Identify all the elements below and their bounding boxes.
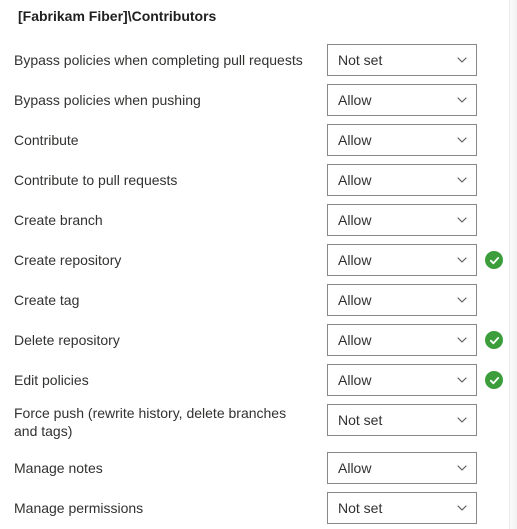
permission-label: Create branch [14,211,327,229]
permission-row: Bypass policies when completing pull req… [14,40,503,80]
dropdown-value: Not set [338,52,382,68]
permission-dropdown[interactable]: Not set [327,404,477,436]
permission-label: Bypass policies when pushing [14,91,327,109]
chevron-down-icon [456,174,468,186]
permission-label: Contribute [14,131,327,149]
permissions-list: Bypass policies when completing pull req… [14,40,503,528]
permission-label: Edit policies [14,371,327,389]
chevron-down-icon [456,254,468,266]
dropdown-value: Allow [338,292,371,308]
permission-row: Delete repository Allow [14,320,503,360]
dropdown-value: Allow [338,172,371,188]
permission-row: Create tag Allow [14,280,503,320]
permission-dropdown[interactable]: Allow [327,284,477,316]
permission-row: Manage permissions Not set [14,488,503,528]
permission-label: Manage permissions [14,499,327,517]
permission-dropdown[interactable]: Allow [327,204,477,236]
check-circle-icon [485,371,503,389]
permission-dropdown[interactable]: Not set [327,492,477,524]
permission-dropdown[interactable]: Allow [327,84,477,116]
dropdown-value: Not set [338,412,382,428]
page-title: [Fabrikam Fiber]\Contributors [18,8,503,24]
permission-label: Create repository [14,251,327,269]
permission-dropdown[interactable]: Allow [327,124,477,156]
inherited-status [477,251,503,269]
permission-row: Manage notes Allow [14,448,503,488]
permission-label: Manage notes [14,459,327,477]
permission-row: Contribute to pull requests Allow [14,160,503,200]
chevron-down-icon [456,502,468,514]
permission-row: Contribute Allow [14,120,503,160]
chevron-down-icon [456,334,468,346]
permission-label: Create tag [14,291,327,309]
permission-dropdown[interactable]: Allow [327,244,477,276]
dropdown-value: Not set [338,500,382,516]
inherited-status [477,331,503,349]
check-circle-icon [485,331,503,349]
permission-label: Force push (rewrite history, delete bran… [14,404,327,440]
check-circle-icon [485,251,503,269]
chevron-down-icon [456,54,468,66]
permissions-panel: [Fabrikam Fiber]\Contributors Bypass pol… [0,0,517,528]
chevron-down-icon [456,214,468,226]
permission-label: Contribute to pull requests [14,171,327,189]
chevron-down-icon [456,94,468,106]
permission-row: Bypass policies when pushing Allow [14,80,503,120]
permission-dropdown[interactable]: Allow [327,164,477,196]
dropdown-value: Allow [338,92,371,108]
chevron-down-icon [456,374,468,386]
permission-label: Delete repository [14,331,327,349]
chevron-down-icon [456,134,468,146]
permission-row: Force push (rewrite history, delete bran… [14,400,503,448]
dropdown-value: Allow [338,212,371,228]
permission-row: Edit policies Allow [14,360,503,400]
dropdown-value: Allow [338,372,371,388]
dropdown-value: Allow [338,252,371,268]
chevron-down-icon [456,414,468,426]
permission-row: Create branch Allow [14,200,503,240]
permission-dropdown[interactable]: Allow [327,364,477,396]
dropdown-value: Allow [338,460,371,476]
permission-dropdown[interactable]: Not set [327,44,477,76]
dropdown-value: Allow [338,332,371,348]
permission-dropdown[interactable]: Allow [327,324,477,356]
dropdown-value: Allow [338,132,371,148]
chevron-down-icon [456,294,468,306]
scrollbar[interactable] [509,0,517,529]
permission-label: Bypass policies when completing pull req… [14,51,327,69]
chevron-down-icon [456,462,468,474]
permission-dropdown[interactable]: Allow [327,452,477,484]
inherited-status [477,371,503,389]
permission-row: Create repository Allow [14,240,503,280]
